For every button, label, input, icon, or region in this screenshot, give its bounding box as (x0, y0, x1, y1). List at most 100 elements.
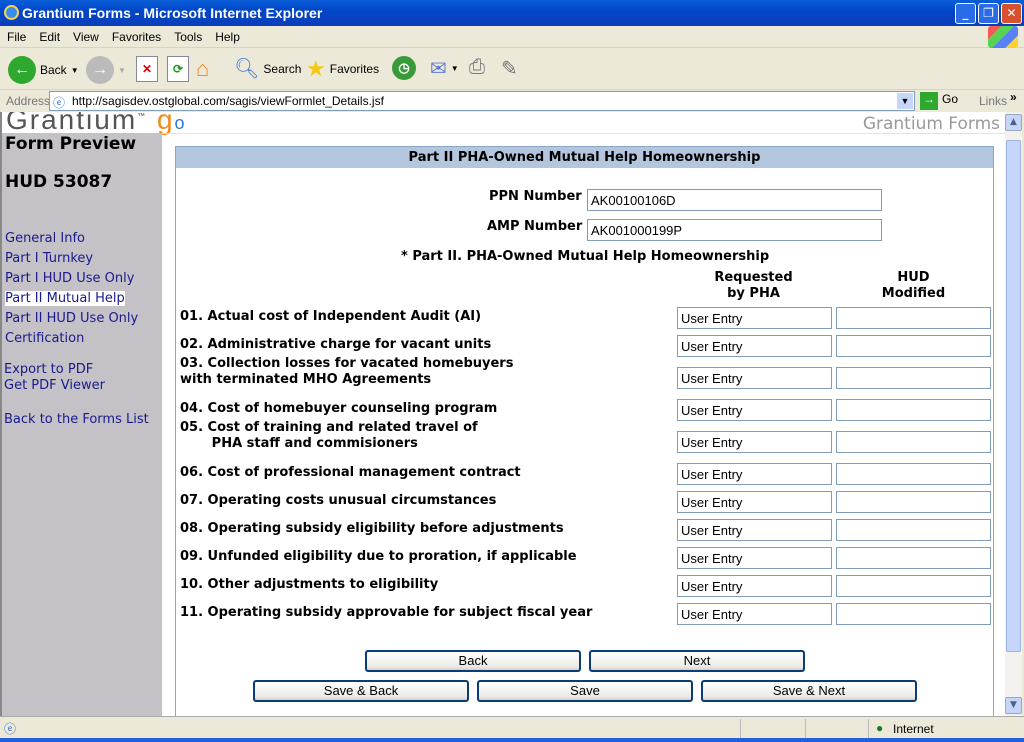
next-form-button[interactable]: Next (589, 650, 805, 672)
minimize-button[interactable]: _ (955, 3, 976, 24)
hud-modified-input[interactable] (836, 367, 991, 389)
favorites-button[interactable]: ★ Favorites (306, 56, 379, 82)
hud-modified-input[interactable] (836, 399, 991, 421)
requested-input[interactable]: User Entry (677, 547, 832, 569)
requested-input[interactable]: User Entry (677, 463, 832, 485)
get-pdf-viewer-link[interactable]: Get PDF Viewer (4, 378, 105, 393)
menu-view[interactable]: View (66, 26, 105, 44)
menu-favorites[interactable]: Favorites (105, 26, 167, 44)
hud-modified-input[interactable] (836, 463, 991, 485)
back-button[interactable]: ← Back ▼ (8, 56, 79, 84)
window-title: Grantium Forms - Microsoft Internet Expl… (22, 5, 323, 21)
links-button[interactable]: Links (979, 94, 1007, 108)
print-button[interactable]: ⎙ (469, 56, 485, 79)
requested-input[interactable]: User Entry (677, 519, 832, 541)
sidebar-item-general-info[interactable]: General Info (5, 231, 85, 246)
hud-modified-input[interactable] (836, 431, 991, 453)
save-button[interactable]: Save (477, 680, 693, 702)
hud-modified-input[interactable] (836, 603, 991, 625)
col-hud-line1: HUD (897, 270, 930, 285)
dropdown-icon[interactable]: ▼ (897, 93, 913, 109)
vertical-scrollbar[interactable]: ▲ ▼ (1005, 112, 1022, 716)
save-back-button[interactable]: Save & Back (253, 680, 469, 702)
page-status-icon: ⓔ (4, 722, 17, 736)
refresh-button[interactable]: ⟳ (167, 56, 189, 82)
hud-modified-input[interactable] (836, 519, 991, 541)
back-to-forms-list-link[interactable]: Back to the Forms List (4, 412, 149, 427)
row-label-line: 04. Cost of homebuyer counseling program (180, 401, 498, 416)
back-label: Back (40, 63, 67, 77)
stop-button[interactable]: ✕ (136, 56, 158, 82)
forward-button[interactable]: → ▼ (86, 56, 126, 84)
sidebar-item-part-i-turnkey[interactable]: Part I Turnkey (5, 251, 93, 266)
home-button[interactable]: ⌂ (196, 56, 209, 82)
mail-button[interactable]: ✉ ▼ (430, 56, 459, 81)
menu-tools[interactable]: Tools (167, 26, 208, 44)
hud-modified-input[interactable] (836, 335, 991, 357)
ie-icon (4, 5, 19, 20)
row-label: 10. Other adjustments to eligibility (180, 577, 438, 593)
address-input[interactable]: ⓔ http://sagisdev.ostglobal.com/sagis/vie… (49, 91, 915, 111)
history-icon: ◷ (392, 56, 416, 80)
back-form-button[interactable]: Back (365, 650, 581, 672)
requested-input[interactable]: User Entry (677, 431, 832, 453)
chevron-right-icon[interactable]: » (1010, 90, 1017, 104)
search-button[interactable]: 🔍︎ Search (234, 56, 301, 81)
sidebar-item-part-i-hud-use-only[interactable]: Part I HUD Use Only (5, 271, 134, 286)
save-next-button[interactable]: Save & Next (701, 680, 917, 702)
back-arrow-icon: ← (8, 56, 36, 84)
requested-input[interactable]: User Entry (677, 399, 832, 421)
requested-input[interactable]: User Entry (677, 575, 832, 597)
sidebar-item-part-ii-hud-use-only[interactable]: Part II HUD Use Only (5, 311, 138, 326)
search-label: Search (263, 61, 302, 76)
row-label-line: 05. Cost of training and related travel … (180, 420, 478, 435)
brand-title: Grantium Forms (862, 114, 1000, 134)
favorites-label: Favorites (329, 62, 380, 76)
row-label: 03. Collection losses for vacated homebu… (180, 356, 513, 388)
requested-input[interactable]: User Entry (677, 367, 832, 389)
menu-help[interactable]: Help (208, 26, 246, 44)
row-label: 08. Operating subsidy eligibility before… (180, 521, 564, 537)
edit-button[interactable]: ✎ (501, 56, 518, 81)
hud-modified-input[interactable] (836, 307, 991, 329)
row-label: 05. Cost of training and related travel … (180, 420, 478, 452)
col-requested-line2: by PHA (727, 286, 780, 301)
refresh-icon: ⟳ (167, 56, 189, 82)
export-pdf-link[interactable]: Export to PDF (4, 362, 93, 377)
row-label-line: 11. Operating subsidy approvable for sub… (180, 605, 593, 620)
ppn-input[interactable]: AK00100106D (587, 189, 882, 211)
title-bar: Grantium Forms - Microsoft Internet Expl… (0, 0, 1024, 26)
history-button[interactable]: ◷ (392, 56, 416, 80)
form-panel: Part II PHA-Owned Mutual Help Homeowners… (175, 146, 994, 716)
go-label: Go (942, 92, 959, 106)
row-label-line: 03. Collection losses for vacated homebu… (180, 356, 514, 371)
row-label: 02. Administrative charge for vacant uni… (180, 337, 491, 353)
go-arrow-icon: → (920, 92, 938, 110)
amp-label: AMP Number (487, 219, 583, 234)
row-label-line: with terminated MHO Agreements (180, 372, 432, 387)
hud-modified-input[interactable] (836, 575, 991, 597)
menu-edit[interactable]: Edit (32, 26, 66, 44)
go-button[interactable]: → Go (920, 92, 958, 110)
scroll-up-icon[interactable]: ▲ (1005, 114, 1022, 131)
hud-modified-input[interactable] (836, 547, 991, 569)
printer-icon: ⎙ (469, 56, 485, 78)
sidebar-item-certification[interactable]: Certification (5, 331, 84, 346)
scroll-thumb[interactable] (1006, 140, 1021, 652)
requested-input[interactable]: User Entry (677, 307, 832, 329)
requested-input[interactable]: User Entry (677, 491, 832, 513)
edit-icon: ✎ (501, 58, 518, 80)
menu-bar: File Edit View Favorites Tools Help (0, 26, 1024, 48)
hud-modified-input[interactable] (836, 491, 991, 513)
row-label: 07. Operating costs unusual circumstance… (180, 493, 496, 509)
amp-input[interactable]: AK001000199P (587, 219, 882, 241)
requested-input[interactable]: User Entry (677, 603, 832, 625)
home-icon: ⌂ (196, 56, 210, 81)
scroll-down-icon[interactable]: ▼ (1005, 697, 1022, 714)
close-button[interactable]: ✕ (1001, 3, 1022, 24)
zone-label: Internet (893, 722, 934, 736)
requested-input[interactable]: User Entry (677, 335, 832, 357)
maximize-button[interactable]: ❐ (978, 3, 999, 24)
sidebar-item-part-ii-mutual-help[interactable]: Part II Mutual Help (5, 291, 125, 306)
menu-file[interactable]: File (0, 26, 32, 44)
